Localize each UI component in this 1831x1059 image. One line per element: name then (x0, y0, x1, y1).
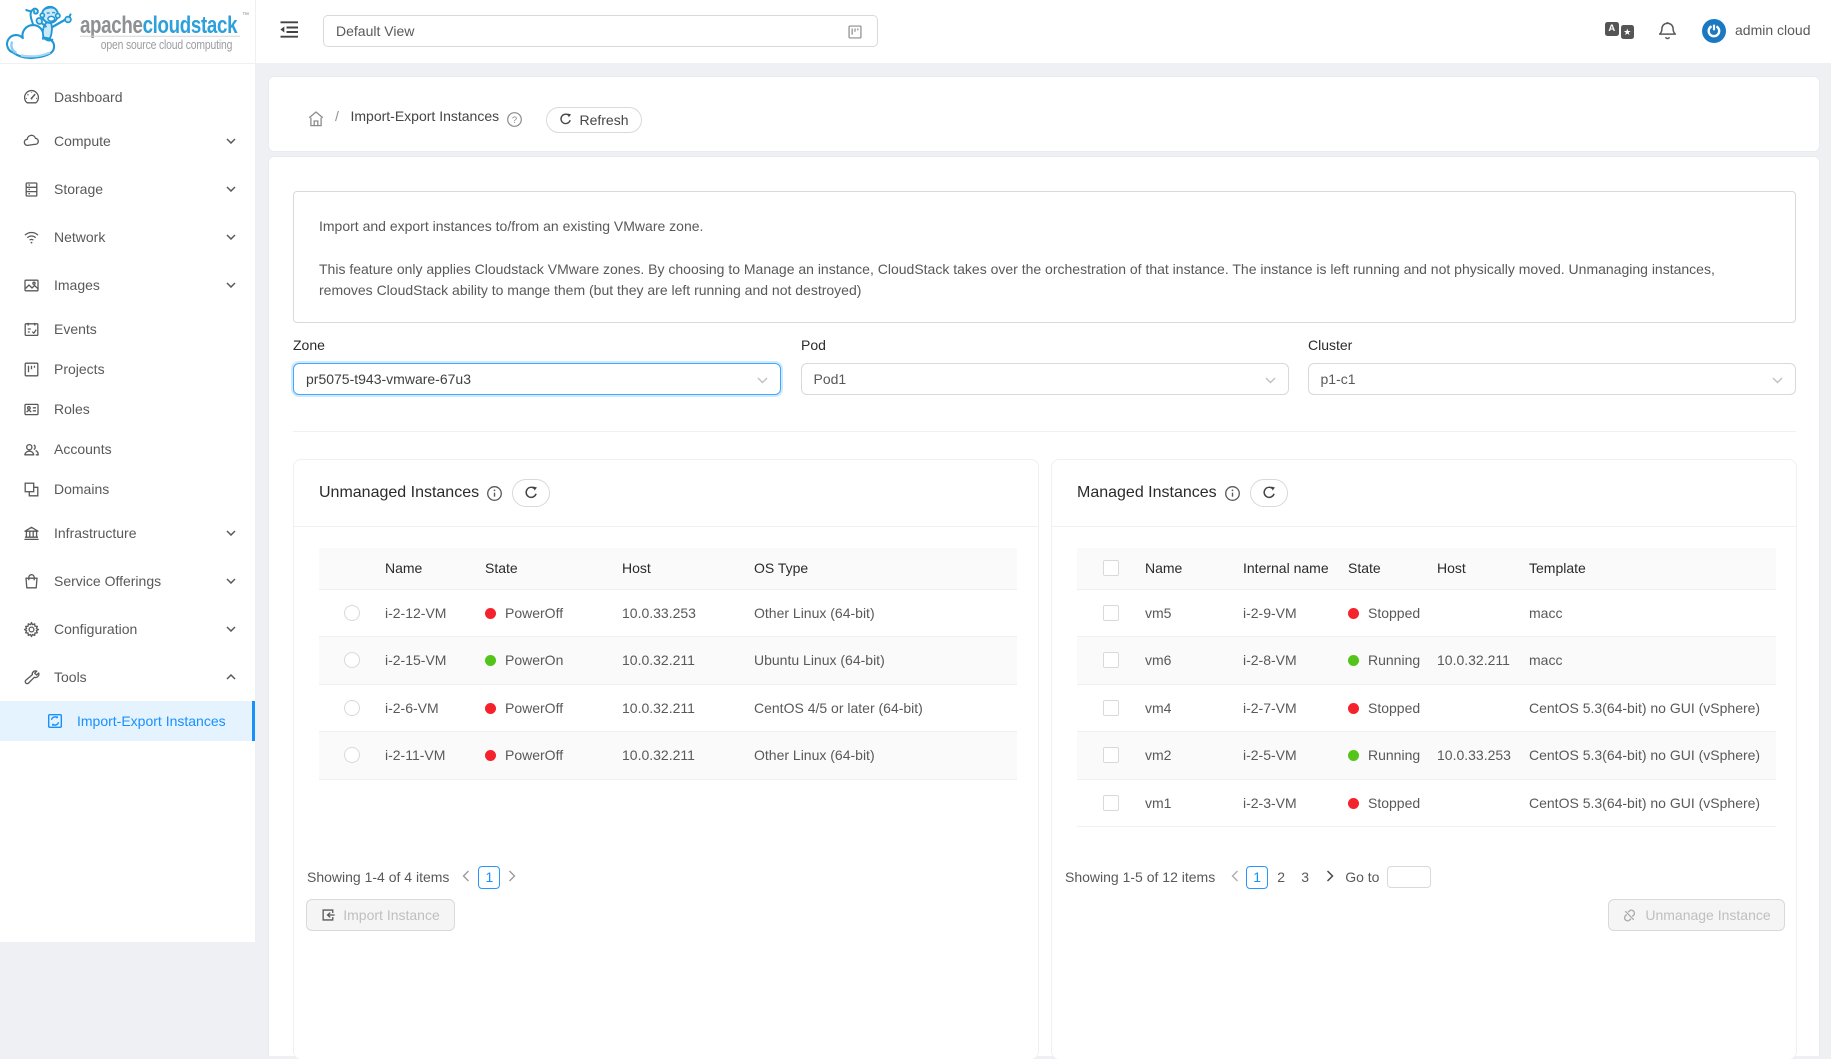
svg-text:™: ™ (242, 12, 249, 19)
svg-text:open source cloud computing: open source cloud computing (101, 38, 232, 52)
svg-text:?: ? (512, 115, 517, 126)
svg-text:apachecloudstack: apachecloudstack (80, 12, 238, 39)
